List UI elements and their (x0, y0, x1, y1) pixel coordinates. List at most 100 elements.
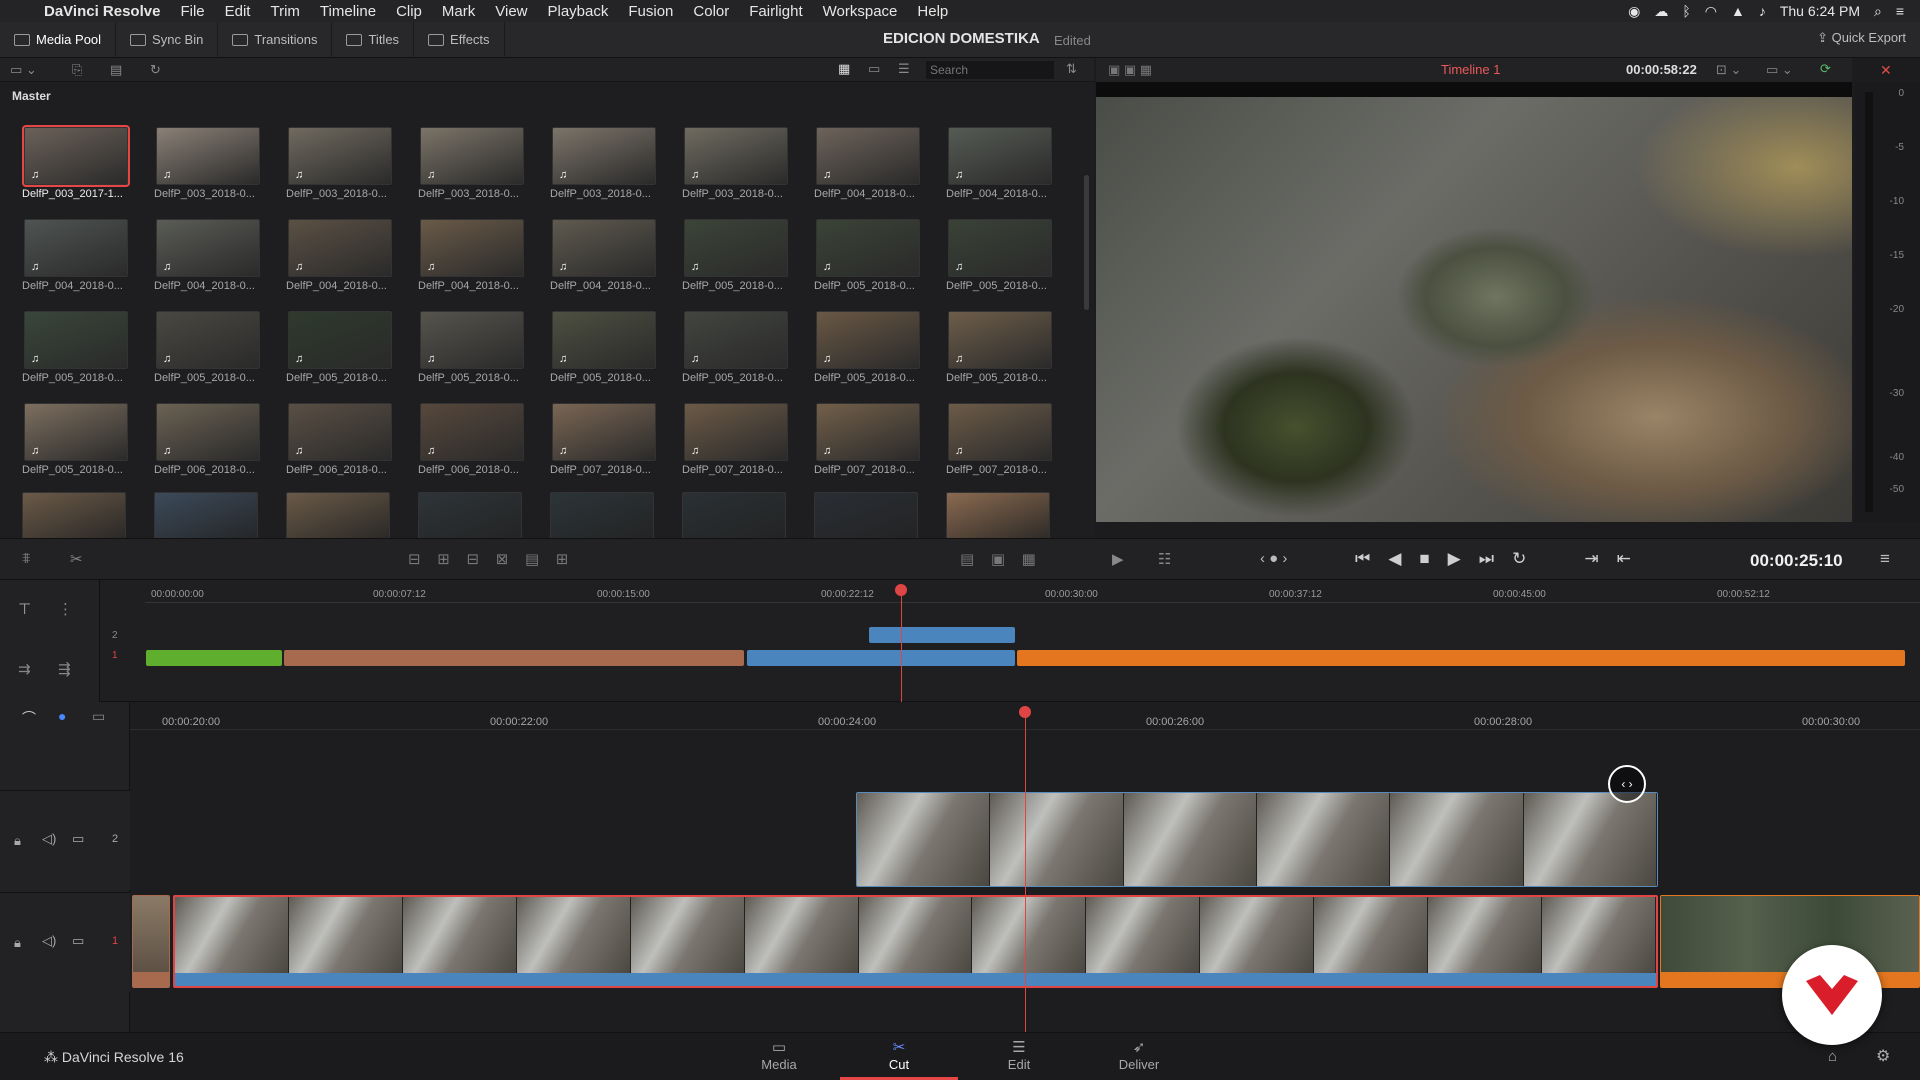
quick-export-button[interactable]: ⇪ Quick Export (1817, 30, 1906, 46)
clip-thumbnail[interactable] (286, 492, 390, 538)
menu-clip[interactable]: Clip (396, 3, 422, 20)
speaker-icon[interactable]: ◁) (42, 933, 56, 949)
sync-bin-button[interactable]: Sync Bin (116, 21, 219, 58)
sort-icon[interactable]: ⇅ (1066, 61, 1077, 77)
bluetooth-icon[interactable]: ᛒ (1682, 3, 1690, 19)
marker-icon[interactable]: ● (58, 708, 66, 724)
clip-thumbnail[interactable]: ♫ DelfP_007_2018-0... (814, 403, 946, 476)
media-pool-scrollbar[interactable] (1084, 175, 1089, 310)
bin-icon[interactable]: ▤ (110, 62, 122, 78)
lower-playhead[interactable] (1025, 712, 1026, 1032)
wifi-icon[interactable]: ◠ (1705, 3, 1717, 20)
clip-thumbnail[interactable] (814, 492, 918, 538)
snap-icon[interactable]: ⌒ (22, 708, 36, 728)
settings-sliders-icon[interactable]: ☷ (1158, 550, 1171, 568)
overview-clip-blue[interactable] (747, 650, 1015, 666)
clip-thumbnail[interactable]: ♫ DelfP_003_2018-0... (550, 127, 682, 200)
clip-thumbnail[interactable]: ♫ DelfP_005_2018-0... (154, 311, 286, 384)
airplay-icon[interactable]: ▲ (1731, 3, 1745, 19)
clip-thumbnail[interactable]: ♫ DelfP_004_2018-0... (550, 219, 682, 292)
sidebar-toggle-icon[interactable]: ▭ ⌄ (10, 62, 37, 78)
menu-help[interactable]: Help (917, 3, 948, 20)
clip-thumbnail[interactable]: ♫ DelfP_003_2018-0... (286, 127, 418, 200)
trim-handle-icon[interactable]: ‹ › (1608, 765, 1646, 803)
effects-button[interactable]: Effects (414, 21, 505, 58)
page-tab-media[interactable]: ▭ Media (720, 1038, 838, 1080)
menu-mark[interactable]: Mark (442, 3, 475, 20)
menu-file[interactable]: File (180, 3, 204, 20)
import-icon[interactable]: ⎘ (72, 62, 82, 78)
settings-gear-icon[interactable]: ⚙ (1876, 1046, 1890, 1066)
menu-trim[interactable]: Trim (270, 3, 299, 20)
clip-thumbnail[interactable] (22, 492, 126, 538)
menu-timeline[interactable]: Timeline (320, 3, 376, 20)
thumbnail-view-icon[interactable]: ▦ (838, 61, 850, 77)
clip-thumbnail[interactable]: ♫ DelfP_005_2018-0... (418, 311, 550, 384)
clip-thumbnail[interactable]: ♫ DelfP_004_2018-0... (154, 219, 286, 292)
menu-fusion[interactable]: Fusion (628, 3, 673, 20)
zoom-icon[interactable]: ⊡ ⌄ (1716, 62, 1741, 78)
media-pool-button[interactable]: Media Pool (0, 21, 117, 58)
timeline-clip-v1-prev[interactable] (132, 895, 170, 988)
clip-thumbnail[interactable]: ♫ DelfP_004_2018-0... (22, 219, 154, 292)
sync-icon[interactable]: ⟳ (1820, 61, 1831, 77)
layout-icon[interactable]: ▤ ▣ ▦ (960, 550, 1036, 568)
overview-clip-v2[interactable] (869, 627, 1015, 643)
lock-icon[interactable]: 🔒︎ (14, 833, 21, 849)
overview-clip-orange[interactable] (1017, 650, 1905, 666)
page-tab-deliver[interactable]: ➶ Deliver (1080, 1038, 1198, 1080)
overwrite-icon[interactable]: ⇉ (18, 660, 31, 678)
reverse-icon[interactable]: ◀ (1388, 549, 1401, 569)
upper-playhead[interactable] (901, 588, 902, 702)
menu-view[interactable]: View (495, 3, 527, 20)
clip-thumbnail[interactable]: ♫ DelfP_005_2018-0... (550, 311, 682, 384)
clip-thumbnail[interactable]: ♫ DelfP_005_2018-0... (286, 311, 418, 384)
menu-playback[interactable]: Playback (548, 3, 609, 20)
spotlight-icon[interactable]: ⌕ (1874, 3, 1882, 20)
lock-icon[interactable]: 🔒︎ (14, 935, 21, 951)
clip-thumbnail[interactable]: ♫ DelfP_003_2018-0... (154, 127, 286, 200)
clip-thumbnail[interactable]: ♫ DelfP_005_2018-0... (682, 219, 814, 292)
clip-thumbnail[interactable] (946, 492, 1050, 538)
viewer-image[interactable] (1096, 97, 1852, 522)
monitor-icon[interactable]: ▭ (72, 933, 84, 949)
next-edit-icon[interactable]: ⇥ (1584, 549, 1598, 569)
timeline-clip-v2[interactable] (856, 792, 1658, 887)
clip-thumbnail[interactable]: ♫ DelfP_004_2018-0... (286, 219, 418, 292)
clip-thumbnail[interactable]: ♫ DelfP_005_2018-0... (22, 311, 154, 384)
overview-clip-brown[interactable] (284, 650, 744, 666)
timeline-name[interactable]: Timeline 1 (1441, 62, 1500, 77)
play-icon[interactable]: ▶ (1448, 549, 1461, 569)
clip-thumbnail[interactable]: ♫ DelfP_004_2018-0... (418, 219, 550, 292)
viewer-mode-icon[interactable]: ▣ ▣ ▦ (1108, 62, 1152, 78)
clip-thumbnail[interactable]: ♫ DelfP_007_2018-0... (682, 403, 814, 476)
clip-thumbnail[interactable]: ♫ DelfP_003_2018-0... (418, 127, 550, 200)
stop-icon[interactable]: ■ (1419, 549, 1429, 569)
track-height-icon[interactable]: ⊤ (18, 600, 31, 618)
clip-thumbnail[interactable]: ♫ DelfP_005_2018-0... (814, 311, 946, 384)
clip-thumbnail[interactable]: ♫ DelfP_006_2018-0... (286, 403, 418, 476)
record-icon[interactable]: ◉ (1628, 3, 1640, 20)
notification-icon[interactable]: ≡ (1896, 3, 1904, 19)
clip-thumbnail[interactable]: ♫ DelfP_005_2018-0... (22, 403, 154, 476)
strip-view-icon[interactable]: ▭ (868, 61, 880, 77)
clip-thumbnail[interactable] (418, 492, 522, 538)
clip-thumbnail[interactable]: ♫ DelfP_004_2018-0... (946, 127, 1078, 200)
clock[interactable]: Thu 6:24 PM (1780, 3, 1860, 19)
menu-color[interactable]: Color (693, 3, 729, 20)
edit-tools-icon[interactable]: ⊟ ⊞ ⊟ ⊠ ▤ ⊞ (408, 550, 568, 568)
source-tape-icon[interactable]: ▶ (1112, 550, 1124, 568)
list-view-icon[interactable]: ☰ (898, 61, 910, 77)
transitions-button[interactable]: Transitions (218, 21, 333, 58)
display-icon[interactable]: ▭ ⌄ (1766, 62, 1793, 78)
options-menu-icon[interactable]: ≡ (1880, 549, 1890, 569)
upper-playhead-handle[interactable] (895, 584, 907, 596)
page-tab-cut[interactable]: ✂ Cut (840, 1038, 958, 1080)
blade-icon[interactable]: ✂ (70, 550, 83, 568)
volume-icon[interactable]: ♪ (1759, 3, 1766, 19)
home-icon[interactable]: ⌂ (1828, 1048, 1837, 1065)
clip-thumbnail[interactable]: ♫ DelfP_007_2018-0... (946, 403, 1078, 476)
clip-thumbnail[interactable] (154, 492, 258, 538)
prev-edit-icon[interactable]: ⇤ (1617, 549, 1631, 569)
monitor-icon[interactable]: ▭ (72, 831, 84, 847)
